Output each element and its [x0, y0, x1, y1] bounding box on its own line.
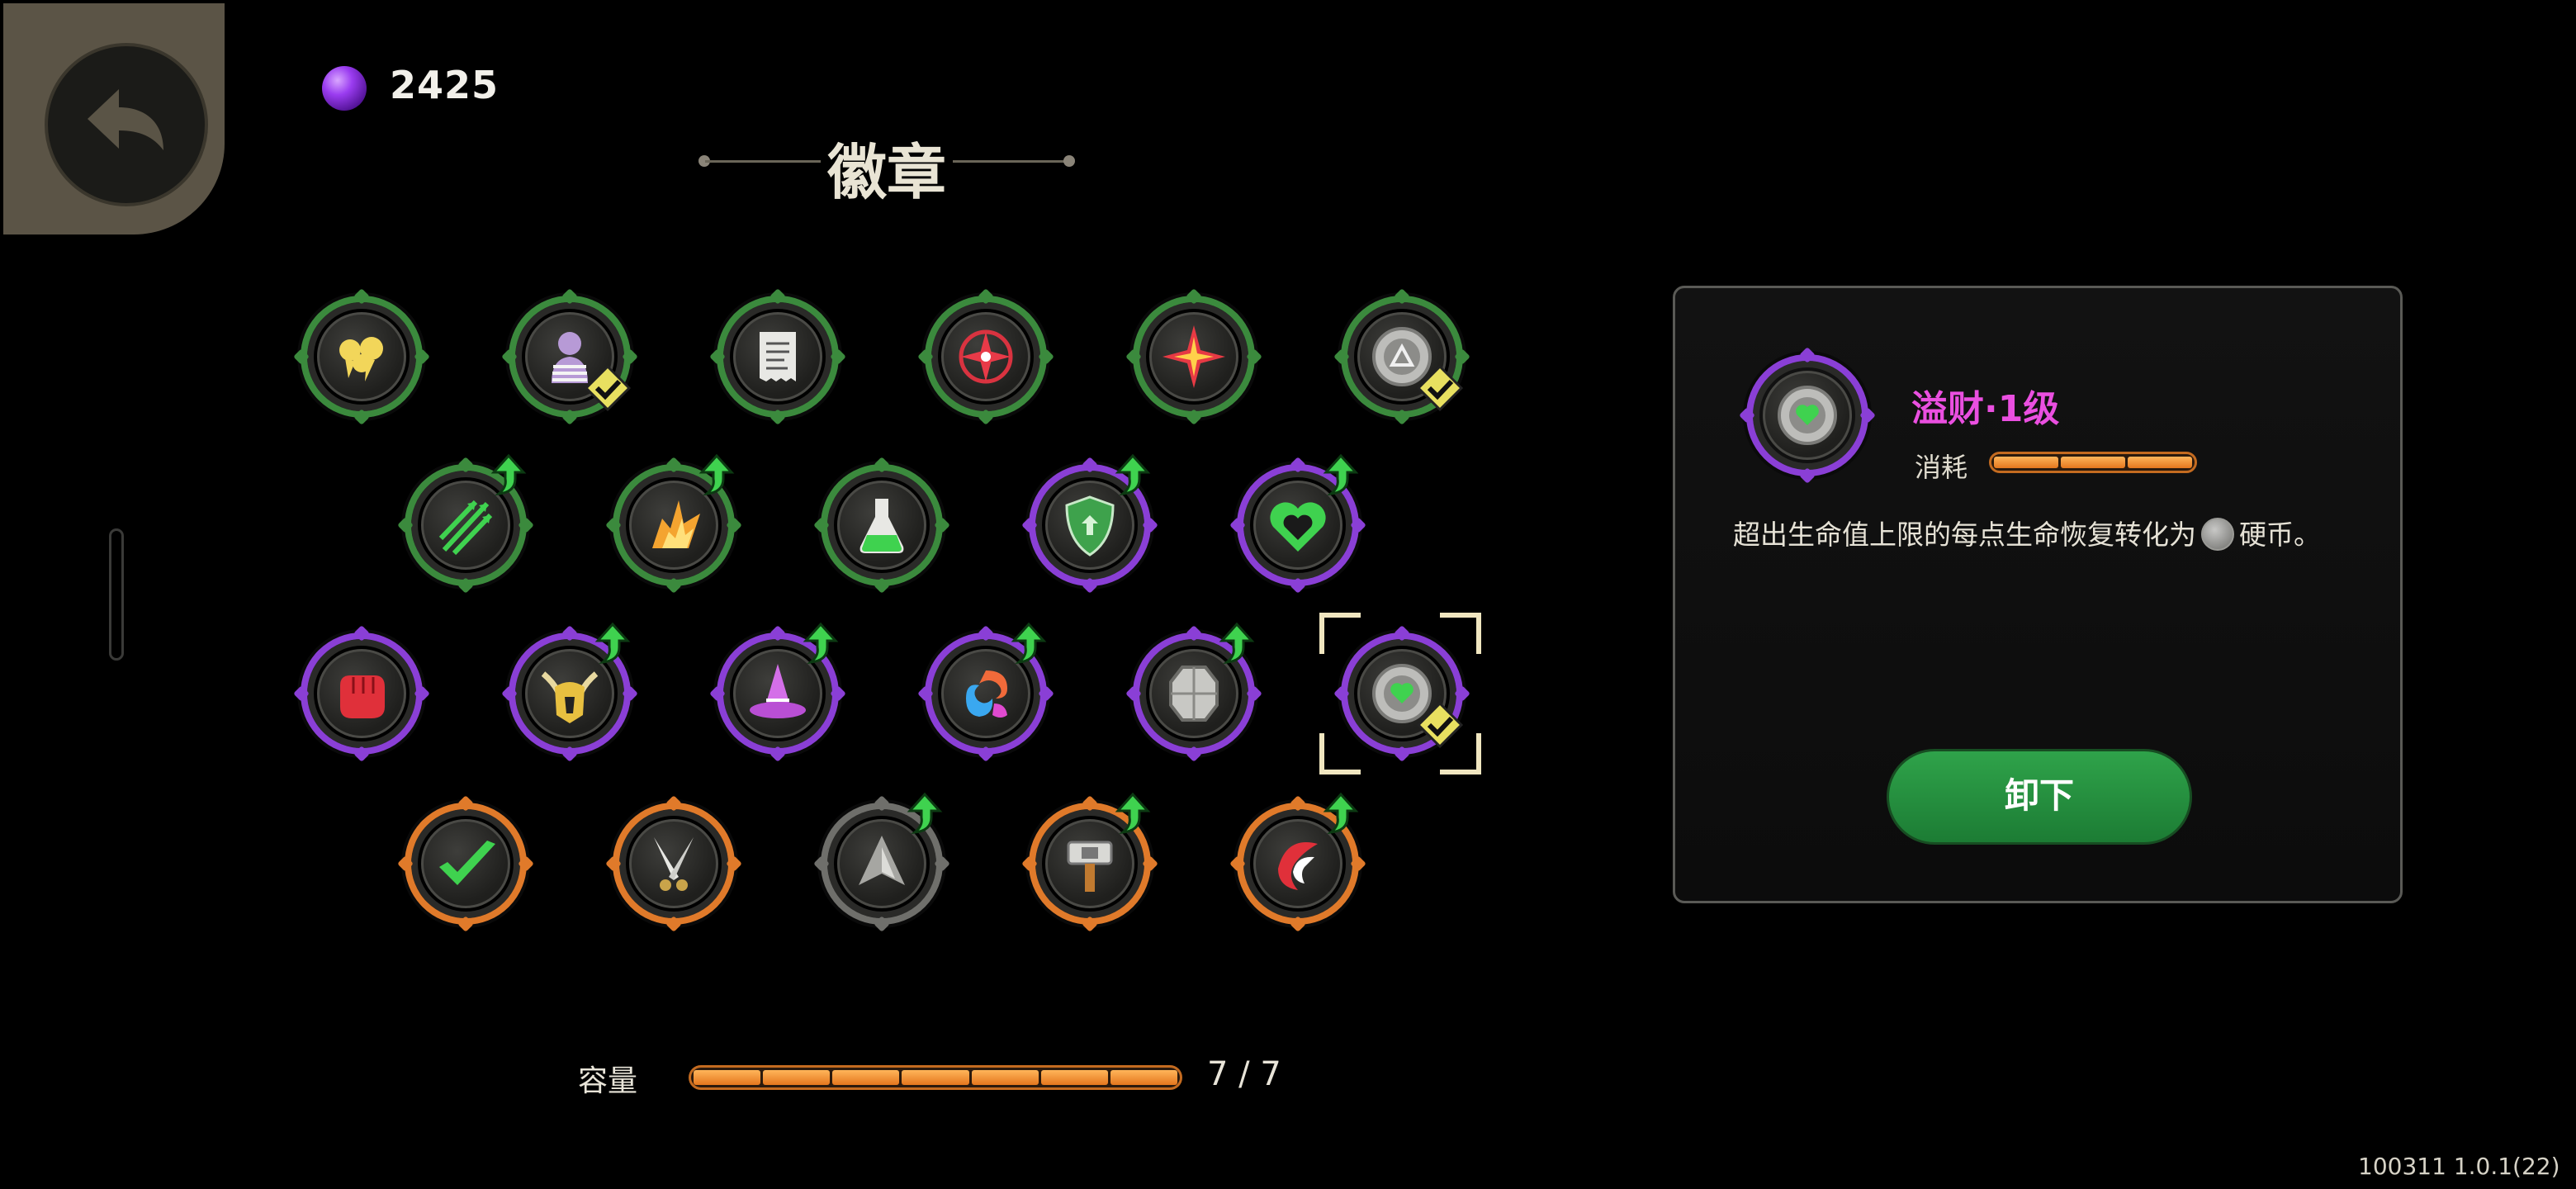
- badge-slot[interactable]: [397, 795, 534, 932]
- upgrade-arrow-icon: [698, 452, 735, 495]
- upgrade-arrow-icon: [907, 791, 943, 834]
- badge-slot[interactable]: [1125, 622, 1262, 762]
- back-tab: [3, 3, 225, 234]
- badge-slot[interactable]: [293, 625, 430, 762]
- description-text-end: 硬币。: [2239, 519, 2321, 551]
- badge-slot[interactable]: [813, 792, 950, 932]
- description-text: 超出生命值上限的每点生命恢复转化为: [1733, 519, 2196, 551]
- version-label: 100311 1.0.1(22): [2358, 1153, 2560, 1180]
- badge-slot[interactable]: [1125, 288, 1262, 425]
- unequip-button[interactable]: 卸下: [1887, 749, 2192, 845]
- cost-segment: [1994, 457, 2058, 468]
- back-button[interactable]: [45, 43, 208, 206]
- yellow-spirits-icon: [339, 337, 383, 381]
- badge-slot[interactable]: [709, 288, 846, 425]
- coin-icon: [2201, 517, 2234, 551]
- title-ornament-line: [953, 160, 1068, 163]
- badge-name: 溢财·1级: [1911, 388, 2060, 430]
- gem-count: 2425: [390, 63, 500, 107]
- upgrade-arrow-icon: [594, 621, 631, 664]
- red-star-icon: [1163, 325, 1225, 388]
- upgrade-arrow-icon: [803, 621, 839, 664]
- capacity-label: 容量: [578, 1064, 638, 1098]
- title-ornament-line: [705, 160, 821, 163]
- capacity-segment: [1040, 1070, 1108, 1085]
- badge-detail-panel: 溢财·1级 消耗 超出生命值上限的每点生命恢复转化为 硬币。 卸下: [1673, 286, 2403, 903]
- capacity-segment: [832, 1070, 900, 1085]
- cost-label: 消耗: [1915, 452, 1968, 483]
- upgrade-arrow-icon: [1219, 621, 1255, 664]
- upgrade-arrow-icon: [1323, 791, 1359, 834]
- upgrade-arrow-icon: [1115, 452, 1151, 495]
- badge-slot[interactable]: [709, 622, 846, 762]
- green-potion-icon: [859, 499, 904, 553]
- upgrade-arrow-icon: [1011, 621, 1047, 664]
- page-title: 徽章: [826, 138, 946, 207]
- crossed-daggers-icon: [654, 837, 694, 891]
- badge-slot[interactable]: [501, 622, 638, 762]
- capacity-segment: [763, 1070, 831, 1085]
- badge-slot[interactable]: [397, 453, 534, 594]
- badge-description: 超出生命值上限的每点生命恢复转化为 硬币。: [1733, 513, 2361, 553]
- badge-slot[interactable]: [605, 453, 742, 594]
- selection-frame: [1319, 613, 1481, 775]
- cost-segment: [2061, 457, 2125, 468]
- capacity-segment: [1110, 1070, 1177, 1085]
- equipped-check-icon: [1416, 364, 1464, 412]
- badge-slot[interactable]: [917, 622, 1054, 762]
- silver-coin-heart-icon: [1778, 386, 1837, 445]
- badge-slot[interactable]: [917, 288, 1054, 425]
- upgrade-arrow-icon: [490, 452, 527, 495]
- badge-slot[interactable]: [605, 795, 742, 932]
- page-title-group: 徽章: [698, 124, 1075, 207]
- back-arrow-icon: [88, 89, 163, 150]
- badge-slot[interactable]: [1333, 288, 1470, 425]
- upgrade-arrow-icon: [1323, 452, 1359, 495]
- upgrade-arrow-icon: [1115, 791, 1151, 834]
- side-drawer-handle[interactable]: [109, 528, 124, 661]
- red-compass-icon: [959, 329, 1013, 384]
- capacity-segment: [694, 1070, 761, 1085]
- capacity-value: 7 / 7: [1207, 1055, 1281, 1093]
- red-fist-icon: [340, 675, 385, 718]
- purple-gem-icon: [322, 66, 367, 111]
- badge-slot[interactable]: [501, 288, 638, 425]
- badge-slot[interactable]: [293, 288, 430, 425]
- cost-bar: [1989, 452, 2197, 473]
- green-check-icon: [439, 841, 495, 885]
- badge-slot[interactable]: [1021, 792, 1158, 932]
- title-ornament-dot: [1063, 155, 1075, 167]
- badge-slot[interactable]: [1021, 453, 1158, 594]
- equipped-check-icon: [584, 364, 632, 412]
- capacity-segment: [902, 1070, 969, 1085]
- capacity-bar: [689, 1065, 1182, 1090]
- receipt-icon: [760, 332, 796, 381]
- cost-segment: [2128, 457, 2192, 468]
- badge-slot[interactable]: [1229, 453, 1366, 594]
- badge-slot[interactable]: [813, 457, 950, 594]
- badge-slot[interactable]: [1229, 792, 1366, 932]
- capacity-segment: [971, 1070, 1039, 1085]
- detail-badge-icon: [1739, 347, 1876, 484]
